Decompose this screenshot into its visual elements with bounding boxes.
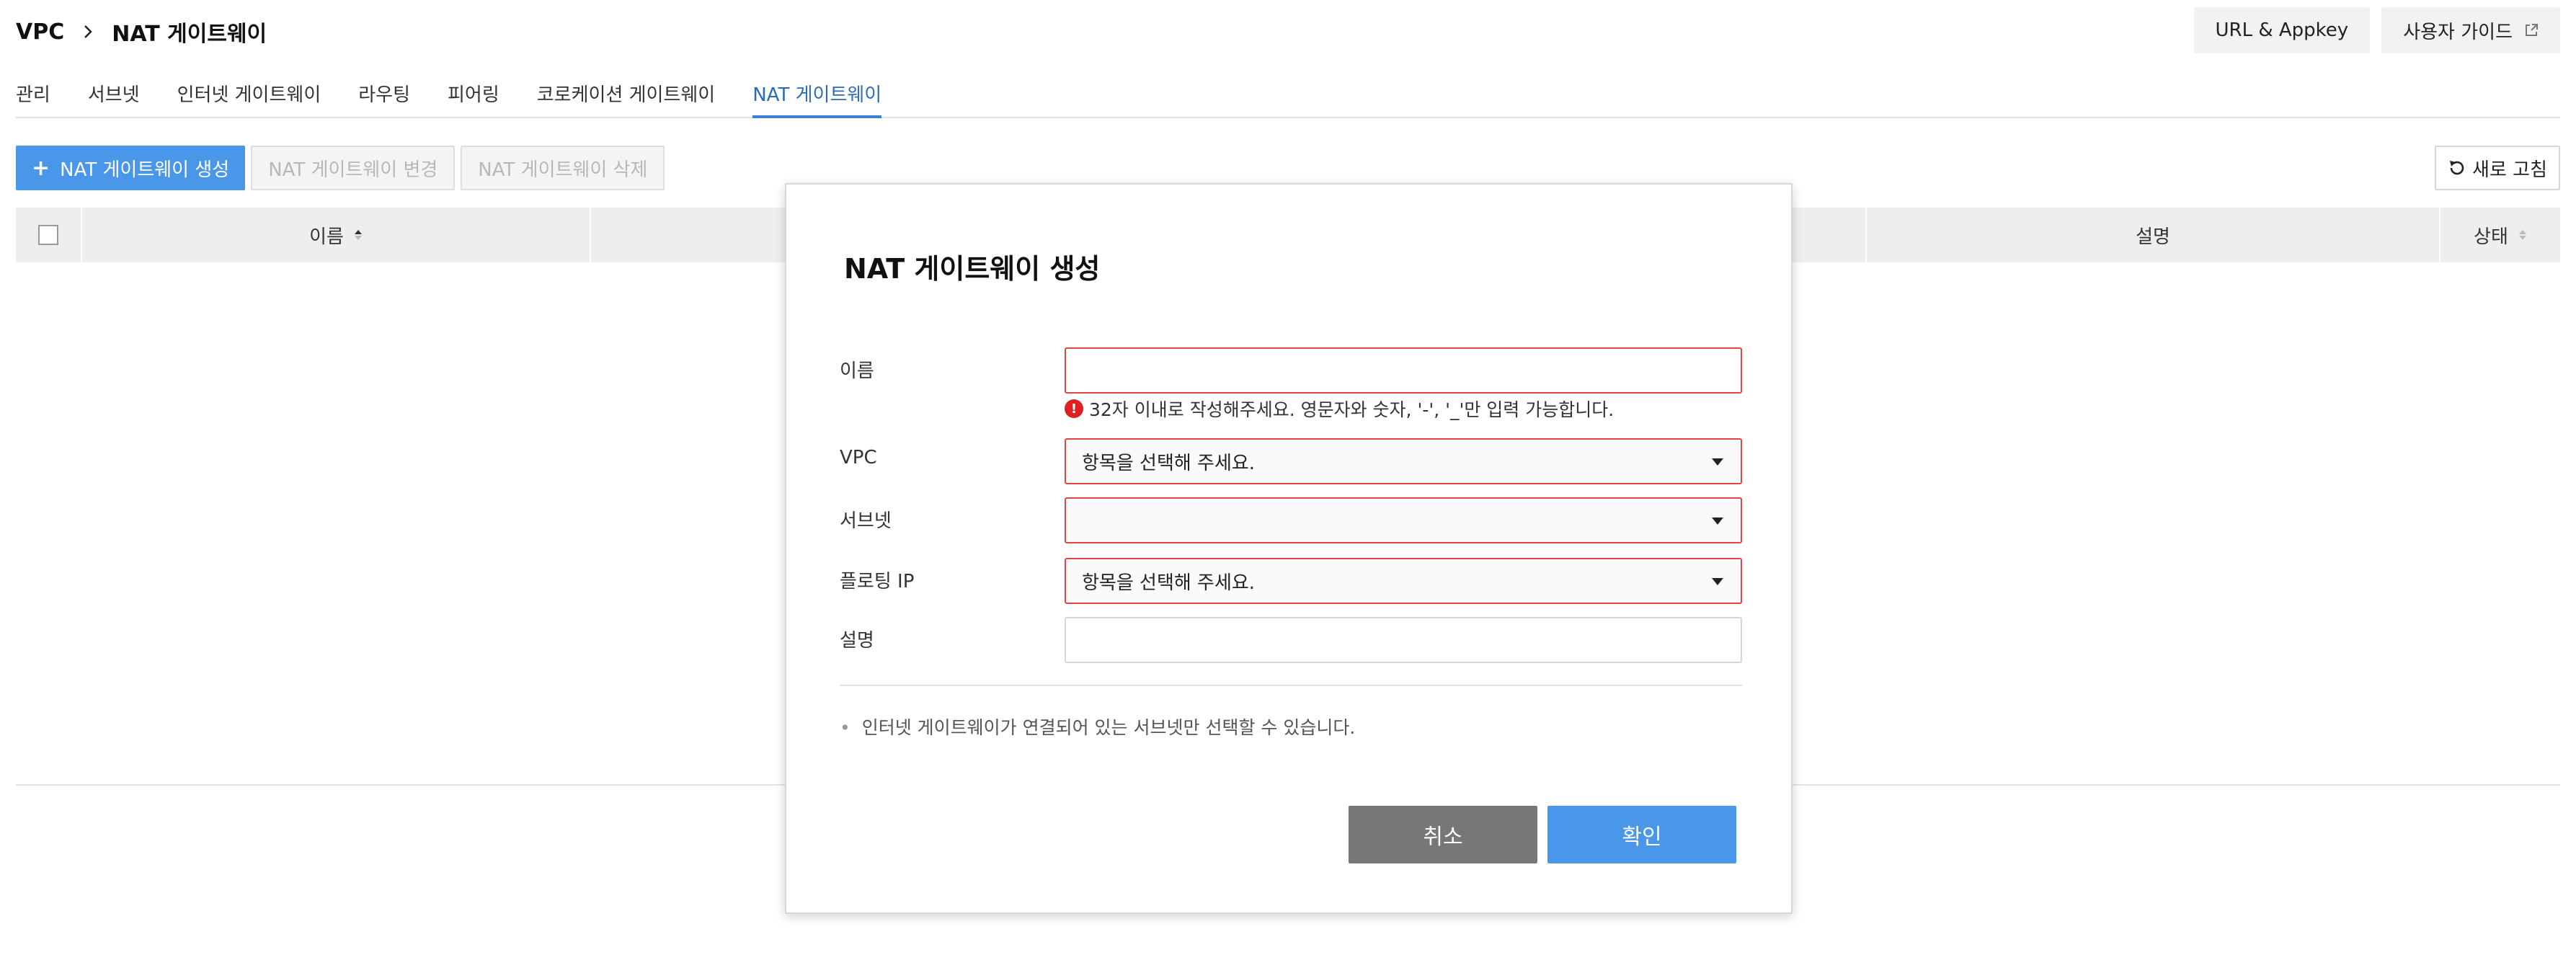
modal-divider (840, 685, 1742, 686)
floating-ip-select[interactable]: 항목을 선택해 주세요. (1065, 558, 1742, 604)
tab-bar: 관리 서브넷 인터넷 게이트웨이 라우팅 피어링 코로케이션 게이트웨이 NAT… (16, 69, 2560, 118)
name-error-text: 32자 이내로 작성해주세요. 영문자와 숫자, '-', '_'만 입력 가능… (1089, 399, 1615, 420)
name-label: 이름 (840, 360, 874, 382)
tab-internet-gateway[interactable]: 인터넷 게이트웨이 (177, 69, 321, 117)
floating-ip-label: 플로팅 IP (840, 571, 915, 592)
create-label: NAT 게이트웨이 생성 (60, 159, 230, 181)
modal-note-text: 인터넷 게이트웨이가 연결되어 있는 서브넷만 선택할 수 있습니다. (861, 717, 1356, 738)
column-status[interactable]: 상태 (2440, 208, 2560, 262)
bullet-icon: • (840, 717, 850, 738)
breadcrumb-root[interactable]: VPC (16, 19, 64, 45)
plus-icon: + (32, 155, 50, 181)
description-label: 설명 (840, 630, 874, 652)
tab-nat-gateway[interactable]: NAT 게이트웨이 (752, 69, 881, 118)
modal-note: • 인터넷 게이트웨이가 연결되어 있는 서브넷만 선택할 수 있습니다. (840, 714, 1355, 739)
breadcrumb: VPC NAT 게이트웨이 (16, 14, 267, 49)
vpc-select[interactable]: 항목을 선택해 주세요. (1065, 438, 1742, 484)
vpc-select-value: 항목을 선택해 주세요. (1082, 452, 1256, 474)
column-status-label: 상태 (2474, 226, 2508, 248)
column-name[interactable]: 이름 (82, 208, 591, 262)
floating-ip-select-value: 항목을 선택해 주세요. (1082, 572, 1256, 594)
refresh-label: 새로 고침 (2472, 159, 2547, 181)
select-all-cell (16, 208, 82, 262)
modify-nat-gateway-button[interactable]: NAT 게이트웨이 변경 (251, 146, 456, 190)
column-name-label: 이름 (309, 226, 344, 248)
error-icon: ! (1065, 399, 1083, 418)
tab-peering[interactable]: 피어링 (448, 69, 499, 117)
cancel-button[interactable]: 취소 (1349, 806, 1537, 863)
column-description[interactable]: 설명 (1867, 208, 2440, 262)
vpc-label: VPC (840, 447, 877, 468)
select-all-checkbox[interactable] (38, 225, 58, 245)
user-guide-label: 사용자 가이드 (2403, 21, 2513, 43)
breadcrumb-current: NAT 게이트웨이 (112, 22, 267, 47)
modal-title: NAT 게이트웨이 생성 (844, 253, 1101, 285)
description-input[interactable] (1065, 617, 1742, 663)
caret-down-icon (1712, 517, 1723, 525)
tab-colocation-gateway[interactable]: 코로케이션 게이트웨이 (537, 69, 715, 117)
tab-subnet[interactable]: 서브넷 (88, 69, 140, 117)
refresh-icon (2450, 161, 2464, 175)
delete-nat-gateway-button[interactable]: NAT 게이트웨이 삭제 (461, 146, 665, 190)
confirm-button[interactable]: 확인 (1547, 806, 1736, 863)
sort-asc-icon (354, 229, 363, 241)
create-nat-gateway-button[interactable]: + NAT 게이트웨이 생성 (16, 146, 246, 190)
caret-down-icon (1712, 578, 1723, 585)
create-nat-gateway-modal: NAT 게이트웨이 생성 이름 ! 32자 이내로 작성해주세요. 영문자와 숫… (785, 183, 1793, 914)
external-link-icon (2524, 23, 2539, 37)
name-error-message: ! 32자 이내로 작성해주세요. 영문자와 숫자, '-', '_'만 입력 … (1065, 396, 1614, 422)
url-appkey-button[interactable]: URL & Appkey (2193, 7, 2371, 53)
subnet-select[interactable] (1065, 497, 1742, 543)
chevron-right-icon (83, 24, 93, 40)
url-appkey-label: URL & Appkey (2215, 19, 2349, 41)
sort-icon (2518, 229, 2527, 241)
name-input[interactable] (1065, 347, 1742, 394)
refresh-button[interactable]: 새로 고침 (2435, 146, 2560, 190)
subnet-label: 서브넷 (840, 510, 892, 532)
tab-management[interactable]: 관리 (16, 69, 50, 117)
caret-down-icon (1712, 458, 1723, 466)
tab-routing[interactable]: 라우팅 (358, 69, 410, 117)
user-guide-button[interactable]: 사용자 가이드 (2381, 7, 2560, 53)
